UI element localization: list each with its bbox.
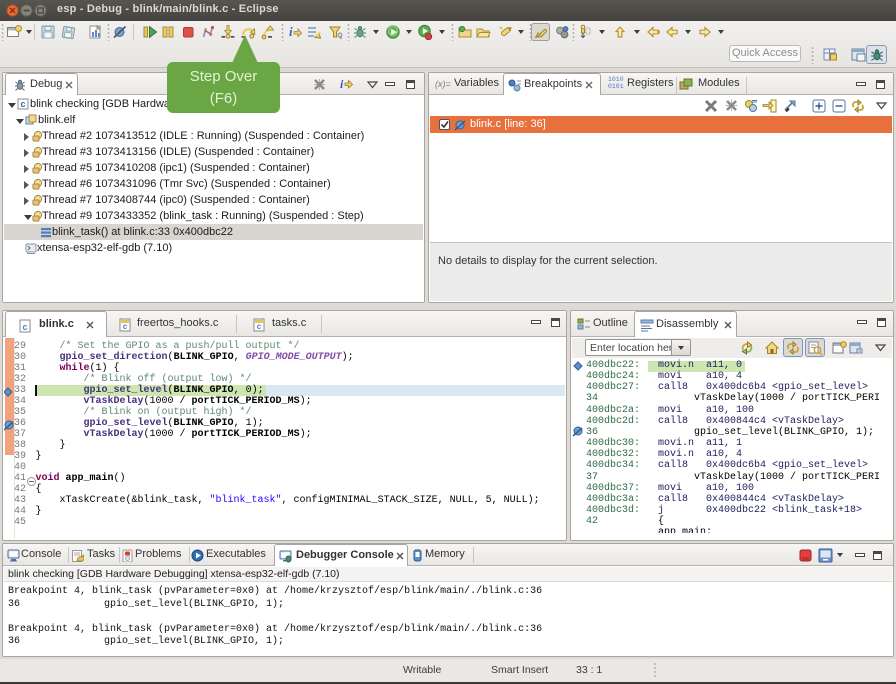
svg-text:c: c (123, 322, 128, 331)
svg-text:c: c (257, 322, 262, 331)
svg-text:i: i (289, 24, 293, 39)
svg-text:c: c (22, 322, 27, 332)
svg-text:c: c (20, 99, 25, 109)
svg-text:i: i (340, 77, 344, 91)
